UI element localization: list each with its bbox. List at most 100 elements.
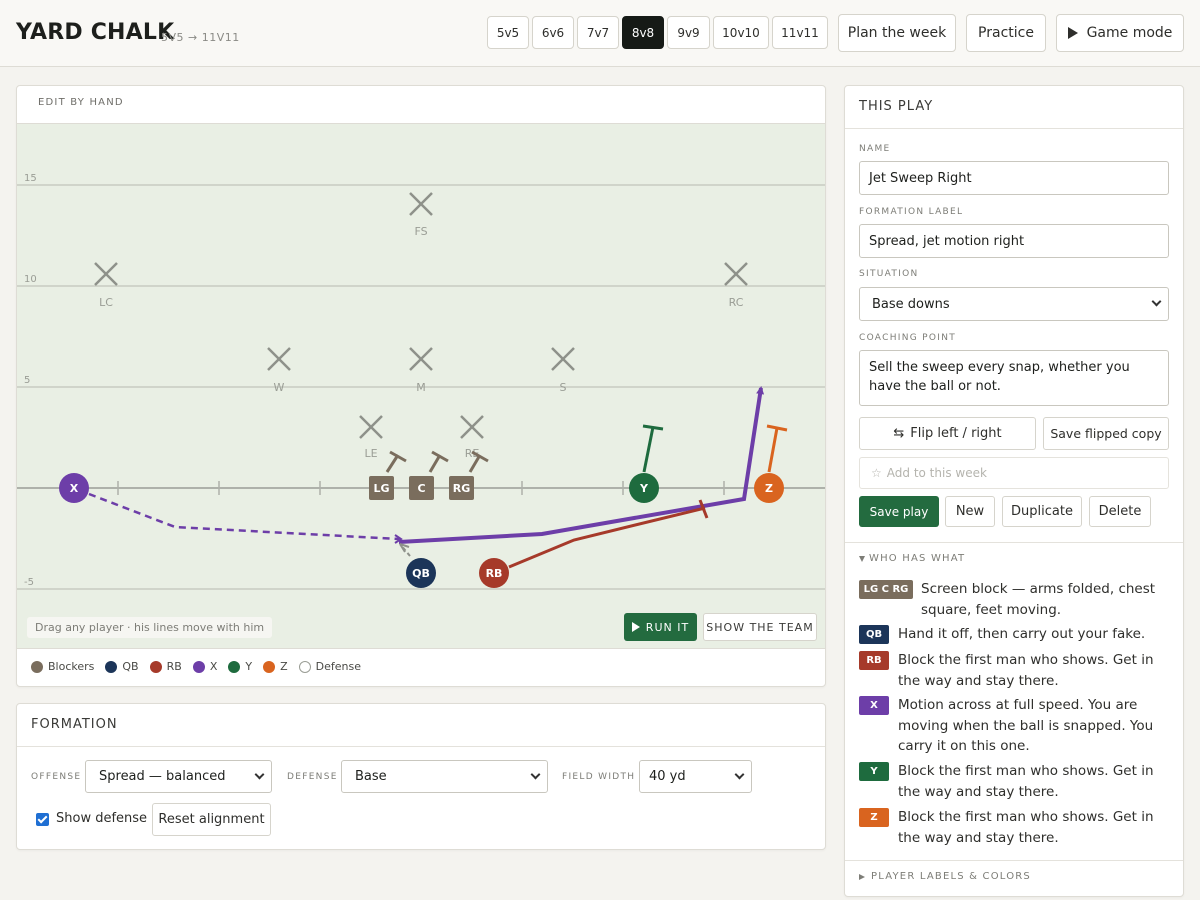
player-rb[interactable]: RB (479, 558, 509, 588)
role-chip: Y (859, 762, 889, 781)
yard-label-15: 15 (24, 173, 37, 184)
formation-label-input[interactable]: Spread, jet motion right (859, 224, 1169, 258)
play-icon (1067, 27, 1078, 39)
mode-6v6-button[interactable]: 6v6 (532, 16, 574, 49)
player-labels-colors-toggle[interactable]: PLAYER LABELS & COLORS (859, 871, 1031, 882)
defender-le[interactable] (359, 415, 383, 439)
football-field[interactable]: 15 10 5 -5 FS LC RC W M S LE RE LG C RG … (17, 123, 825, 649)
z-block-tee (766, 424, 788, 432)
defender-label-lc: LC (99, 296, 113, 309)
field-diagram: 15 10 5 -5 FS LC RC W M S LE RE LG C RG … (17, 173, 825, 590)
y-block-route (642, 426, 655, 473)
legend-blockers: Blockers (31, 660, 94, 673)
rb-block-route (508, 506, 706, 569)
legend-swatch (192, 660, 205, 673)
show-team-button[interactable]: SHOW THE TEAM (703, 613, 817, 641)
legend-defense: Defense (298, 660, 361, 673)
mode-11v11-button[interactable]: 11v11 (772, 16, 828, 49)
player-y-label: Y (639, 482, 649, 495)
role-row-oline: LG C RG Screen block — arms folded, ches… (859, 579, 1169, 620)
defender-m[interactable] (409, 347, 433, 371)
defense-label: DEFENSE (287, 772, 338, 782)
add-to-week-button[interactable]: ☆ Add to this week (859, 457, 1169, 489)
delete-button[interactable]: Delete (1089, 496, 1151, 527)
yard-label-5: 5 (24, 375, 30, 386)
defender-w[interactable] (267, 347, 291, 371)
flip-icon: ⇆ (893, 426, 905, 441)
legend-swatch (149, 660, 162, 673)
new-play-button[interactable]: New (945, 496, 995, 527)
legend-swatch (31, 660, 43, 673)
player-x-label: X (70, 482, 79, 495)
mode-7v7-button[interactable]: 7v7 (577, 16, 619, 49)
mode-8v8-button[interactable]: 8v8 (622, 16, 664, 49)
save-play-button[interactable]: Save play (859, 496, 939, 527)
drag-hint: Drag any player · his lines move with hi… (27, 617, 273, 638)
play-editor-panel: EDIT BY HAND 15 10 5 -5 FS LC RC W M S L… (16, 85, 826, 687)
player-rg-label: RG (453, 482, 471, 495)
role-chip: LG C RG (859, 580, 913, 599)
formation-panel: FORMATION OFFENSE Spread — balanced DEFE… (16, 703, 826, 850)
defender-lc[interactable] (94, 262, 118, 286)
save-flipped-button[interactable]: Save flipped copy (1043, 417, 1169, 450)
defender-re[interactable] (460, 415, 484, 439)
reset-alignment-button[interactable]: Reset alignment (152, 803, 271, 836)
name-label: NAME (859, 144, 891, 154)
play-icon (631, 622, 640, 632)
player-rg[interactable]: RG (449, 476, 474, 500)
player-c-label: C (417, 482, 425, 495)
role-row-z: Z Block the first man who shows. Get in … (859, 807, 1169, 848)
role-text: Block the first man who shows. Get in th… (898, 652, 1154, 689)
role-row-x: X Motion across at full speed. You are m… (859, 695, 1169, 757)
defense-select[interactable]: Base (341, 760, 548, 793)
legend-qb: QB (105, 660, 139, 673)
app-title: YARD CHALK (16, 20, 175, 45)
practice-button[interactable]: Practice (966, 14, 1046, 52)
role-text: Motion across at full speed. You are mov… (898, 697, 1154, 754)
mode-10v10-button[interactable]: 10v10 (713, 16, 769, 49)
defender-fs[interactable] (409, 192, 433, 216)
coaching-point-textarea[interactable]: Sell the sweep every snap, whether you h… (859, 350, 1169, 406)
mode-9v9-button[interactable]: 9v9 (667, 16, 710, 49)
defender-rc[interactable] (724, 262, 748, 286)
role-chip: RB (859, 651, 889, 670)
legend-rb: RB (149, 660, 182, 673)
name-input[interactable]: Jet Sweep Right (859, 161, 1169, 195)
player-rb-label: RB (486, 567, 503, 580)
who-has-what-toggle[interactable]: WHO HAS WHAT (859, 553, 965, 564)
legend-swatch (298, 660, 311, 673)
show-defense-checkbox[interactable] (36, 813, 49, 826)
flip-button[interactable]: ⇆ Flip left / right (859, 417, 1036, 450)
player-z[interactable]: Z (754, 473, 784, 503)
legend-swatch (105, 660, 118, 673)
role-text: Block the first man who shows. Get in th… (898, 763, 1154, 800)
role-text: Hand it off, then carry out your fake. (898, 626, 1146, 642)
run-it-button[interactable]: RUN IT (624, 613, 697, 641)
offense-select[interactable]: Spread — balanced (85, 760, 272, 793)
player-x[interactable]: X (59, 473, 89, 503)
legend-swatch (263, 660, 276, 673)
edit-by-hand-caption: EDIT BY HAND (38, 97, 124, 108)
coaching-point-label: COACHING POINT (859, 333, 957, 343)
this-play-title: THIS PLAY (859, 99, 934, 114)
chevron-down-icon (530, 769, 541, 780)
mode-5v5-button[interactable]: 5v5 (487, 16, 529, 49)
plan-week-button[interactable]: Plan the week (838, 14, 956, 52)
situation-select[interactable]: Base downs (859, 287, 1169, 321)
defender-s[interactable] (551, 347, 575, 371)
player-qb[interactable]: QB (406, 558, 436, 588)
formation-title: FORMATION (31, 717, 118, 732)
role-text: Screen block — arms folded, chest square… (921, 581, 1156, 618)
defender-label-m: M (416, 381, 426, 394)
game-mode-button[interactable]: Game mode (1056, 14, 1184, 52)
situation-label: SITUATION (859, 269, 919, 279)
color-legend: Blockers QB RB X Y Z Defense (31, 660, 372, 673)
duplicate-button[interactable]: Duplicate (1002, 496, 1082, 527)
divider (845, 860, 1183, 861)
field-width-select[interactable]: 40 yd (639, 760, 752, 793)
player-lg[interactable]: LG (369, 476, 394, 500)
player-qb-label: QB (412, 567, 430, 580)
chevron-down-icon (734, 769, 745, 780)
player-c[interactable]: C (409, 476, 434, 500)
player-y[interactable]: Y (629, 473, 659, 503)
